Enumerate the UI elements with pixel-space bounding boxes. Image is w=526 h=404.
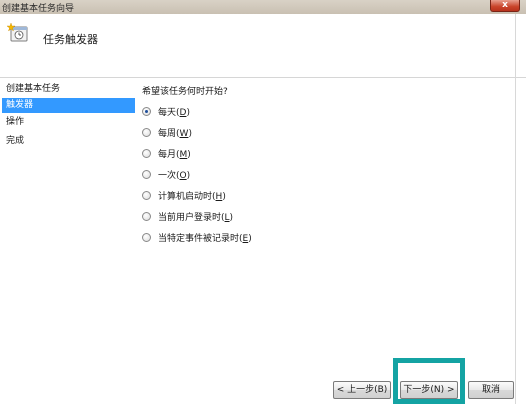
radio-at-logon[interactable]: 当前用户登录时(L): [142, 209, 233, 223]
radio-label[interactable]: 每月(M): [158, 147, 191, 160]
radio-button[interactable]: [142, 169, 151, 179]
radio-label[interactable]: 当前用户登录时(L): [158, 210, 233, 223]
title-bar: 创建基本任务向导 x: [0, 0, 526, 14]
cancel-button[interactable]: 取消: [468, 381, 514, 399]
wizard-steps-sidebar: 创建基本任务 触发器 操作 完成: [0, 78, 136, 374]
window-title: 创建基本任务向导: [2, 4, 75, 14]
close-button[interactable]: x: [490, 0, 520, 12]
radio-label[interactable]: 每周(W): [158, 126, 192, 139]
radio-label[interactable]: 计算机启动时(H): [158, 189, 226, 202]
radio-button[interactable]: [142, 211, 151, 221]
sidebar-item-trigger: 触发器: [2, 98, 135, 113]
divider: [515, 14, 516, 78]
radio-button[interactable]: [142, 127, 151, 137]
radio-on-event[interactable]: 当特定事件被记录时(E): [142, 230, 252, 244]
trigger-panel: 希望该任务何时开始? 每天(D) 每周(W) 每月(M) 一次(O) 计算机启动…: [142, 78, 512, 374]
sidebar-item-finish: 完成: [6, 136, 25, 146]
radio-once[interactable]: 一次(O): [142, 167, 190, 181]
radio-at-startup[interactable]: 计算机启动时(H): [142, 188, 226, 202]
radio-button[interactable]: [142, 190, 151, 200]
sidebar-item-action: 操作: [6, 117, 25, 127]
highlight-box: [393, 358, 465, 404]
radio-monthly[interactable]: 每月(M): [142, 146, 191, 160]
divider: [515, 78, 516, 404]
page-title: 任务触发器: [43, 33, 98, 46]
radio-label[interactable]: 当特定事件被记录时(E): [158, 231, 252, 244]
radio-weekly[interactable]: 每周(W): [142, 125, 192, 139]
wizard-header: 任务触发器: [0, 14, 526, 78]
radio-button[interactable]: [142, 148, 151, 158]
back-button[interactable]: < 上一步(B): [333, 381, 391, 399]
radio-button-checked[interactable]: [142, 106, 151, 116]
radio-label[interactable]: 每天(D): [158, 105, 190, 118]
task-wizard-icon: [6, 22, 29, 43]
trigger-question: 希望该任务何时开始?: [142, 87, 228, 97]
radio-daily[interactable]: 每天(D): [142, 104, 190, 118]
radio-button[interactable]: [142, 232, 151, 242]
wizard-content: 创建基本任务 触发器 操作 完成 希望该任务何时开始? 每天(D) 每周(W) …: [0, 78, 526, 404]
radio-label[interactable]: 一次(O): [158, 168, 190, 181]
sidebar-item-create-basic-task: 创建基本任务: [6, 84, 61, 94]
